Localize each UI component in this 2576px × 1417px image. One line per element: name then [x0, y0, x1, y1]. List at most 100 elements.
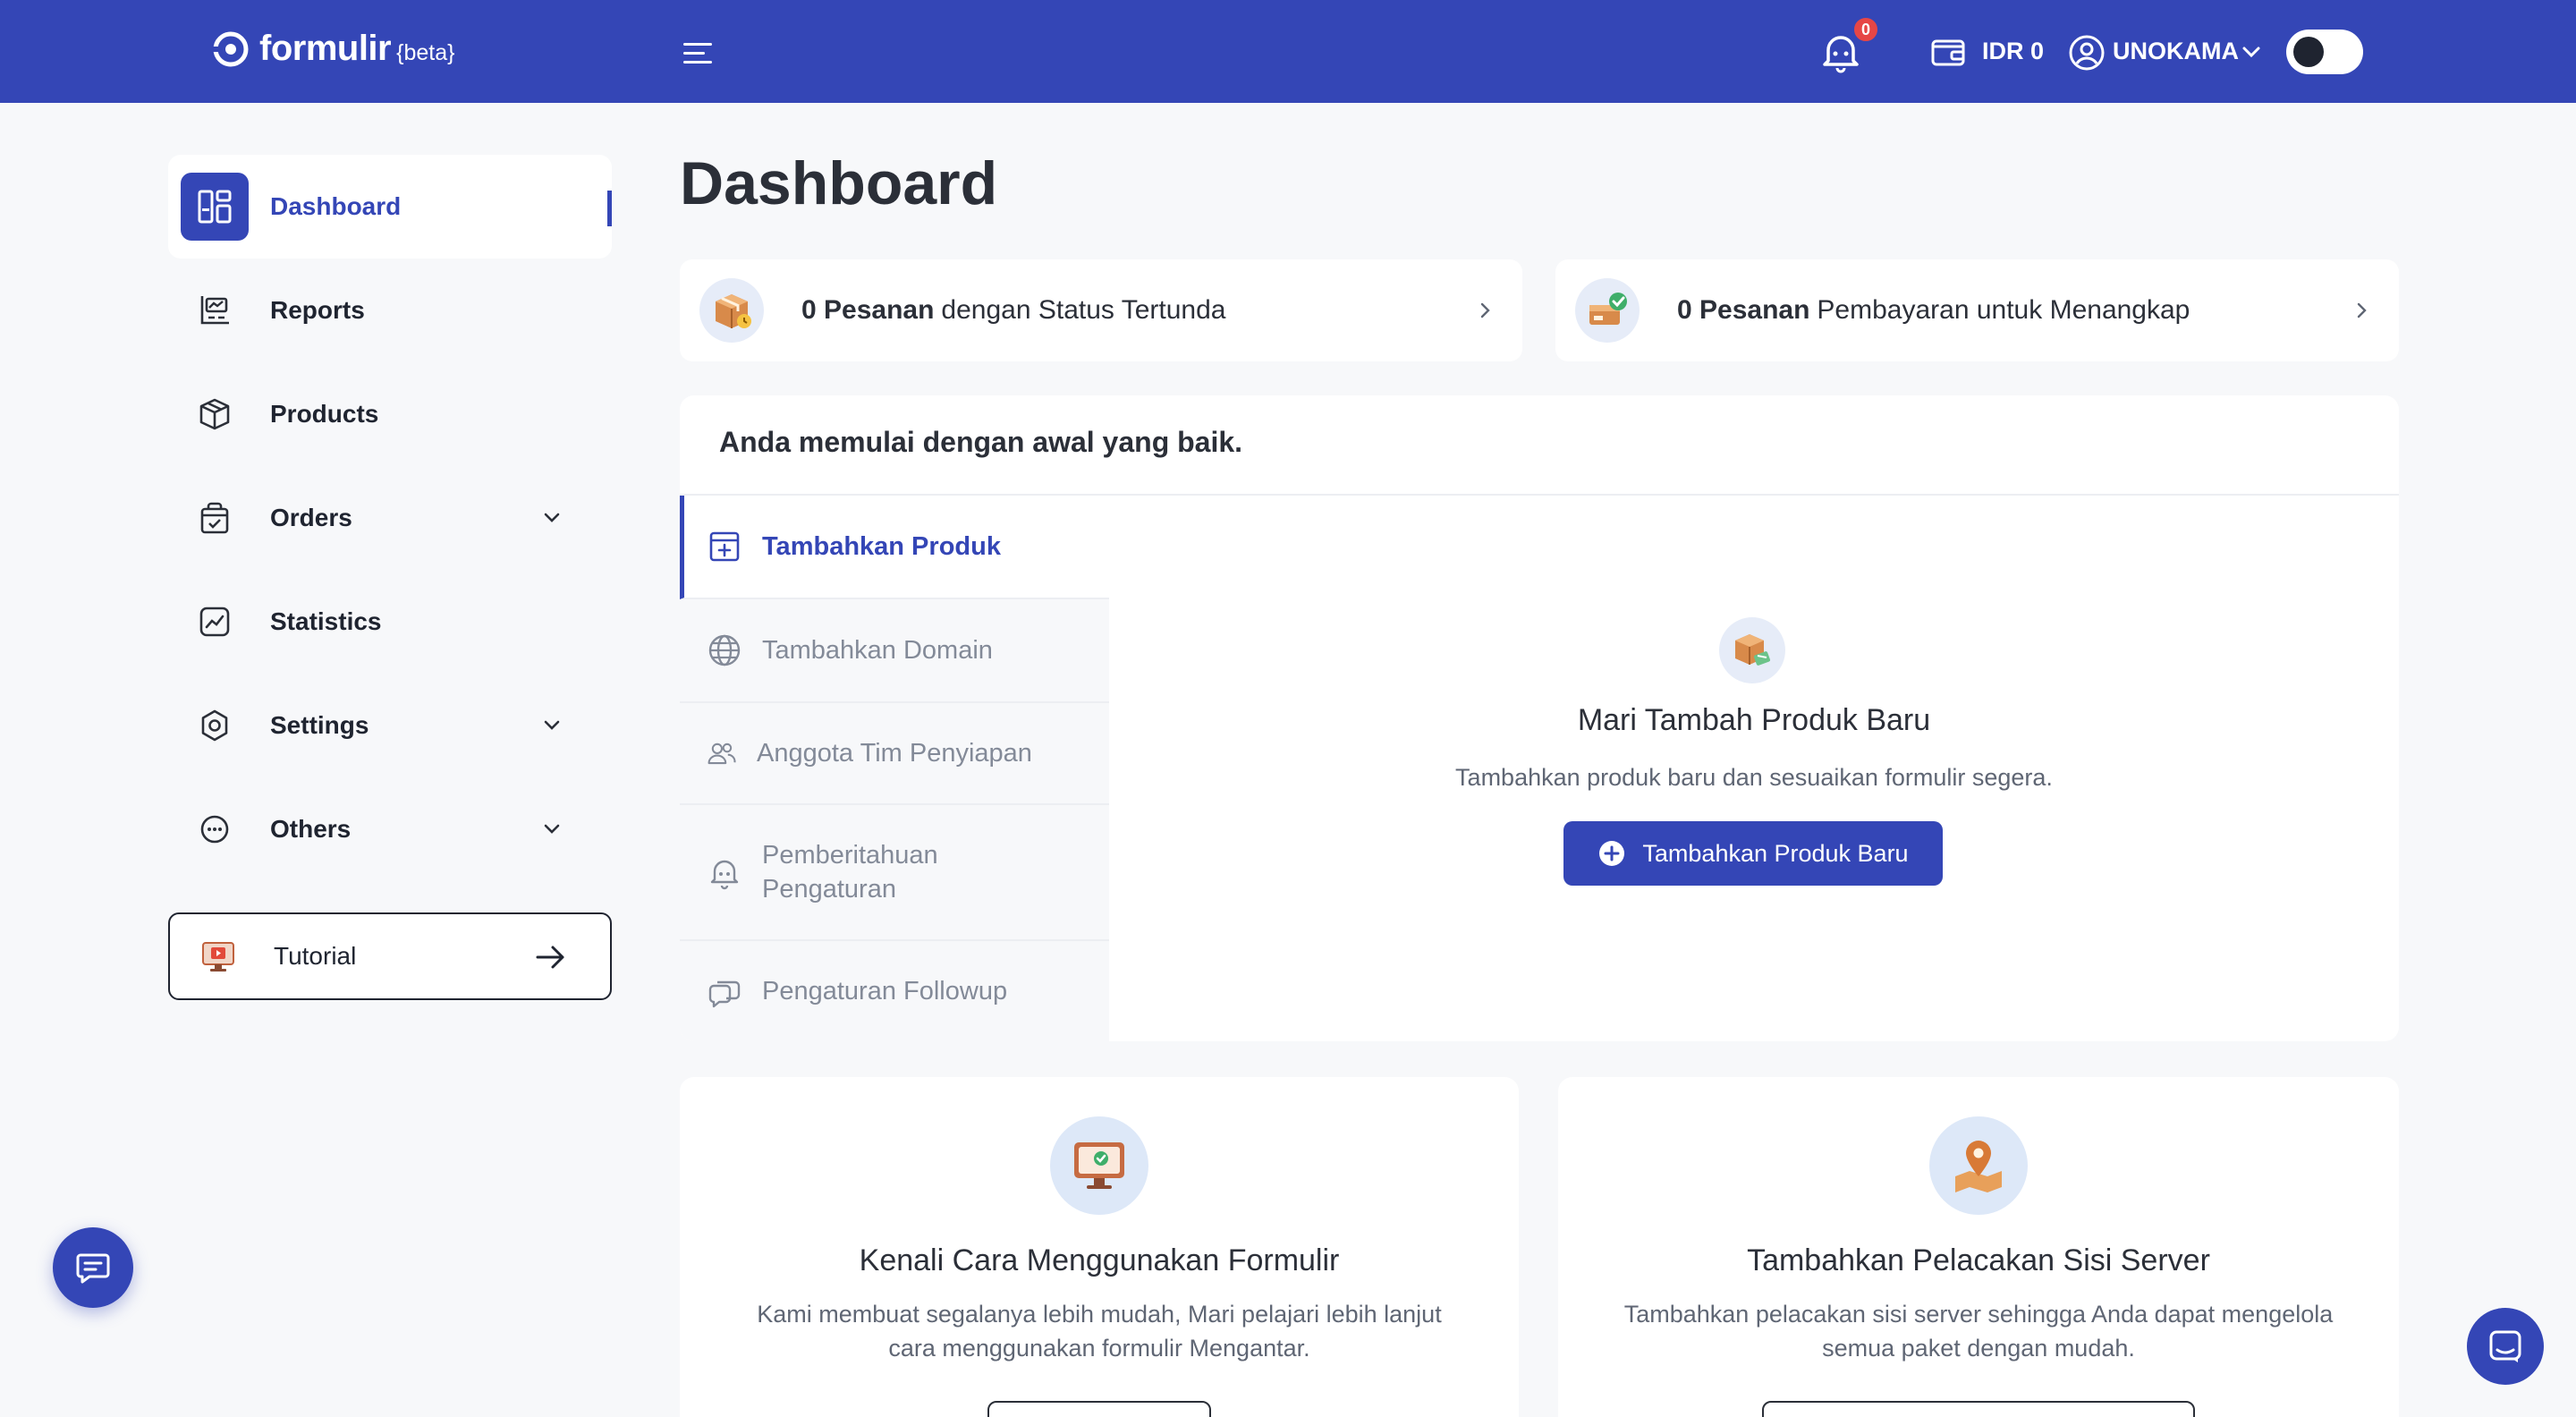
stat-count: 0 Pesanan: [801, 295, 935, 325]
card-icon-circle: [1050, 1116, 1148, 1215]
sidebar-icon-box: [181, 795, 249, 863]
add-tracking-button[interactable]: [1762, 1401, 2195, 1417]
chevron-right-icon: [1480, 302, 1490, 318]
brand-tag: {beta}: [396, 40, 455, 65]
monitor-check-icon: [1074, 1142, 1124, 1189]
add-new-product-label: Tambahkan Produk Baru: [1642, 839, 1909, 867]
content-icon-circle: [1719, 617, 1785, 683]
tab-label: Pemberitahuan Pengaturan: [762, 841, 938, 904]
tab-label: Pengaturan Followup: [762, 977, 1008, 1005]
tab-followup-settings[interactable]: Pengaturan Followup: [680, 941, 1109, 1041]
tutorial-button[interactable]: Tutorial: [168, 912, 612, 1000]
sidebar-icon-box: [181, 588, 249, 656]
learn-more-button[interactable]: [987, 1401, 1211, 1417]
support-chat-button[interactable]: [2467, 1308, 2544, 1385]
page-title: Dashboard: [680, 149, 998, 217]
sidebar-item-label: Statistics: [270, 607, 382, 635]
support-chat-icon: [2489, 1330, 2521, 1362]
tab-label: Tambahkan Domain: [762, 636, 993, 665]
balance-display[interactable]: IDR 0: [1982, 38, 2044, 65]
tab-label: Anggota Tim Penyiapan: [757, 739, 1032, 768]
card-description: Tambahkan pelacakan sisi server sehingga…: [1623, 1301, 2334, 1362]
stat-description: dengan Status Tertunda: [941, 295, 1226, 325]
stat-icon-circle: [1575, 278, 1640, 343]
brand-name: formulir: [259, 29, 392, 68]
tutorial-label: Tutorial: [274, 942, 357, 970]
pending-orders-card[interactable]: 0 Pesanan dengan Status Tertunda: [680, 259, 1522, 361]
new-product-icon: [1735, 634, 1771, 666]
feedback-chat-button[interactable]: [53, 1227, 133, 1308]
sidebar-item-others[interactable]: Others: [168, 777, 612, 881]
content-title: Mari Tambah Produk Baru: [1577, 703, 1931, 737]
monitor-play-icon: [202, 942, 234, 972]
sidebar-icon-box: [181, 692, 249, 759]
bell-icon: [710, 860, 739, 890]
payment-capture-card[interactable]: 0 Pesanan Pembayaran untuk Menangkap: [1555, 259, 2399, 361]
brand-logo[interactable]: formulir {beta}: [211, 29, 454, 69]
gear-icon: [201, 709, 228, 742]
dots-icon: [200, 815, 229, 844]
menu-toggle-icon[interactable]: [682, 39, 716, 66]
logo-mark-icon: [213, 31, 249, 66]
sidebar-item-label: Reports: [270, 296, 365, 324]
add-box-icon: [709, 531, 740, 562]
card-icon-circle: [1929, 1116, 2028, 1215]
reports-icon: [200, 296, 229, 325]
stat-count: 0 Pesanan: [1677, 295, 1810, 325]
add-new-product-button[interactable]: Tambahkan Produk Baru: [1563, 821, 1943, 886]
notification-count-badge: 0: [1852, 15, 1880, 44]
sidebar-item-label: Dashboard: [270, 192, 402, 220]
chevron-down-icon[interactable]: [542, 822, 562, 836]
chart-icon: [199, 607, 230, 637]
tab-notification-settings[interactable]: Pemberitahuan Pengaturan: [680, 805, 1109, 941]
sidebar-item-settings[interactable]: Settings: [168, 674, 612, 777]
arrow-right-icon: [536, 946, 564, 969]
theme-toggle[interactable]: [2286, 30, 2363, 74]
learn-formulir-card: Kenali Cara Menggunakan Formulir Kami me…: [680, 1077, 1519, 1417]
team-icon: [708, 742, 736, 765]
globe-icon: [708, 634, 741, 666]
card-title: Tambahkan Pelacakan Sisi Server: [1747, 1243, 2210, 1277]
sidebar-item-orders[interactable]: Orders: [168, 466, 612, 570]
tab-label: Tambahkan Produk: [762, 532, 1001, 561]
card-title: Kenali Cara Menggunakan Formulir: [859, 1243, 1340, 1277]
map-pin-icon: [1955, 1141, 2002, 1192]
getting-started-panel: Anda memulai dengan awal yang baik. Tamb…: [680, 395, 2399, 1041]
sidebar-item-label: Others: [270, 815, 352, 843]
bag-icon: [200, 502, 229, 534]
setup-tabs: Tambahkan Produk Tambahkan Domain Anggot…: [680, 496, 1109, 1041]
stat-text: 0 Pesanan Pembayaran untuk Menangkap: [1677, 295, 2190, 326]
user-menu-name[interactable]: UNOKAMA: [2113, 38, 2239, 65]
package-clock-icon: [716, 294, 751, 328]
wallet-icon[interactable]: [1930, 36, 1966, 68]
tab-add-product[interactable]: Tambahkan Produk: [680, 496, 1109, 599]
user-avatar-icon[interactable]: [2068, 34, 2106, 72]
active-indicator: [607, 191, 612, 226]
chevron-down-icon[interactable]: [2241, 45, 2261, 59]
sidebar-item-statistics[interactable]: Statistics: [168, 570, 612, 674]
plus-circle-icon: [1599, 841, 1625, 866]
top-bar: formulir {beta} 0 IDR 0 UNOKAMA: [0, 0, 2576, 103]
stat-icon-circle: [699, 278, 764, 343]
sidebar-item-label: Orders: [270, 504, 352, 531]
toggle-knob: [2293, 37, 2324, 67]
chevron-right-icon: [2357, 302, 2367, 318]
sidebar-icon-box: [181, 173, 249, 241]
tab-content-add-product: Mari Tambah Produk Baru Tambahkan produk…: [1109, 496, 2399, 1014]
sidebar-item-label: Settings: [270, 711, 369, 739]
dashboard-icon: [198, 190, 232, 224]
stat-text: 0 Pesanan dengan Status Tertunda: [801, 295, 1225, 326]
sidebar-item-products[interactable]: Products: [168, 362, 612, 466]
sidebar-item-dashboard[interactable]: Dashboard: [168, 155, 612, 259]
sidebar-icon-box: [181, 484, 249, 552]
chevron-down-icon[interactable]: [542, 718, 562, 733]
sidebar-icon-box: [181, 380, 249, 448]
message-icon: [76, 1253, 110, 1284]
tab-add-domain[interactable]: Tambahkan Domain: [680, 599, 1109, 703]
tab-team-members[interactable]: Anggota Tim Penyiapan: [680, 703, 1109, 805]
server-tracking-card: Tambahkan Pelacakan Sisi Server Tambahka…: [1558, 1077, 2399, 1417]
sidebar-item-reports[interactable]: Reports: [168, 259, 612, 362]
package-check-icon: [1589, 293, 1627, 325]
getting-started-title: Anda memulai dengan awal yang baik.: [719, 426, 1243, 458]
chevron-down-icon[interactable]: [542, 511, 562, 525]
